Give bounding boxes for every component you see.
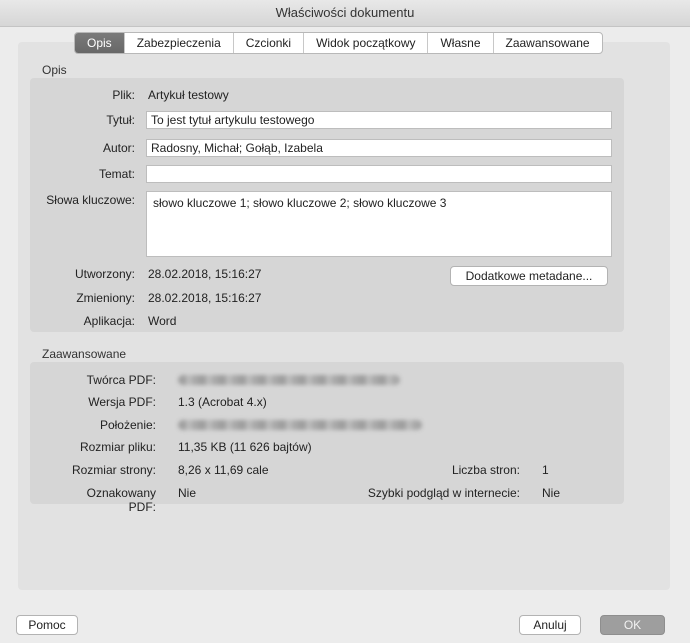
tab-fonts[interactable]: Czcionki [234, 33, 305, 53]
cancel-button[interactable]: Anuluj [519, 615, 581, 635]
tab-bar: Opis Zabezpieczenia Czcionki Widok począ… [74, 32, 603, 54]
window-title: Właściwości dokumentu [0, 0, 690, 27]
file-label: Plik: [112, 88, 135, 102]
page-count-label: Liczba stron: [451, 463, 520, 477]
page-size-label: Rozmiar strony: [71, 463, 156, 477]
page-size-value: 8,26 x 11,69 cale [178, 463, 269, 477]
modified-value: 28.02.2018, 15:16:27 [148, 291, 262, 305]
application-value: Word [148, 314, 177, 328]
location-label: Położenie: [99, 418, 156, 432]
location-value-redacted [178, 420, 422, 430]
author-label: Autor: [102, 141, 135, 155]
tab-security[interactable]: Zabezpieczenia [125, 33, 234, 53]
tagged-pdf-value: Nie [178, 486, 197, 500]
file-size-label: Rozmiar pliku: [79, 440, 156, 454]
advanced-section-title: Zaawansowane [42, 347, 127, 361]
ok-button[interactable]: OK [600, 615, 665, 635]
fast-web-view-value: Nie [542, 486, 561, 500]
keywords-field[interactable]: słowo kluczowe 1; słowo kluczowe 2; słow… [146, 191, 612, 257]
file-size-value: 11,35 KB (11 626 bajtów) [178, 440, 312, 454]
application-label: Aplikacja: [83, 314, 135, 328]
producer-value-redacted [178, 375, 400, 385]
additional-metadata-button[interactable]: Dodatkowe metadane... [450, 266, 608, 286]
keywords-label: Słowa kluczowe: [46, 193, 135, 207]
file-value: Artykuł testowy [148, 88, 229, 102]
help-button[interactable]: Pomoc [16, 615, 78, 635]
tab-initial-view[interactable]: Widok początkowy [304, 33, 429, 53]
created-value: 28.02.2018, 15:16:27 [148, 267, 262, 281]
producer-label: Twórca PDF: [86, 373, 156, 387]
tagged-pdf-label: Oznakowany PDF: [86, 486, 156, 514]
created-label: Utworzony: [74, 267, 135, 281]
subject-label: Temat: [98, 167, 135, 181]
modified-label: Zmieniony: [76, 291, 135, 305]
title-field[interactable] [146, 111, 612, 129]
pdf-version-label: Wersja PDF: [88, 395, 156, 409]
title-label: Tytuł: [106, 113, 135, 127]
pdf-version-value: 1.3 (Acrobat 4.x) [178, 395, 267, 409]
description-section-title: Opis [42, 63, 67, 77]
subject-field[interactable] [146, 165, 612, 183]
fast-web-view-label: Szybki podgląd w internecie: [367, 486, 520, 500]
tab-description[interactable]: Opis [75, 33, 125, 53]
tab-advanced[interactable]: Zaawansowane [494, 33, 602, 53]
page-count-value: 1 [542, 463, 549, 477]
author-field[interactable] [146, 139, 612, 157]
tab-custom[interactable]: Własne [428, 33, 494, 53]
